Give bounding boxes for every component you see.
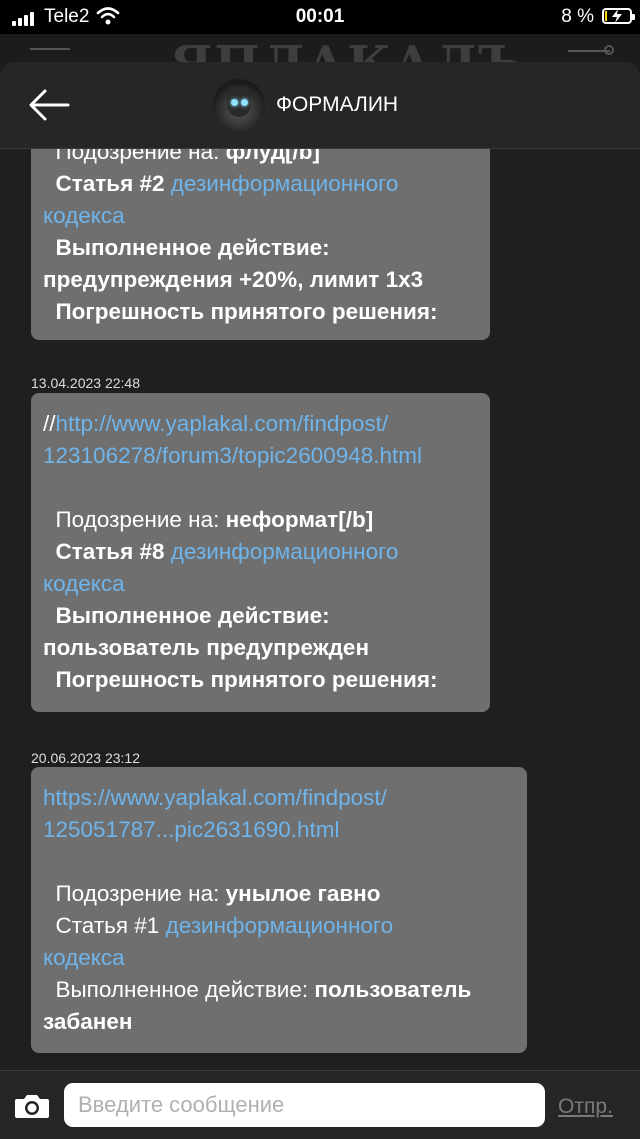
message-line: Подозрение на: неформат[/b] xyxy=(43,504,478,536)
message-line: кодекса xyxy=(43,942,515,974)
message-line: https://www.yaplakal.com/findpost/ xyxy=(43,782,515,814)
chat-sheet: ФОРМАЛИН Подозрение на: флуд[/b] Статья … xyxy=(0,62,640,1138)
message-timestamp: 13.04.2023 22:48 xyxy=(31,375,140,391)
message-bubble[interactable]: https://www.yaplakal.com/findpost/125051… xyxy=(31,767,527,1053)
message-text: Статья #1 xyxy=(43,913,166,938)
battery-charging-icon xyxy=(602,8,635,24)
message-line: Подозрение на: флуд[/b] xyxy=(43,148,478,168)
message-line: кодекса xyxy=(43,200,478,232)
message-link[interactable]: дезинформационного xyxy=(166,913,394,938)
message-link[interactable]: дезинформационного xyxy=(171,171,399,196)
message-line xyxy=(43,846,515,878)
message-text: Погрешность принятого решения: xyxy=(43,667,438,692)
message-line: Выполненное действие: xyxy=(43,232,478,264)
message-text: Статья #8 xyxy=(43,539,171,564)
camera-icon[interactable] xyxy=(14,1093,50,1119)
message-link[interactable]: кодекса xyxy=(43,203,125,228)
back-arrow-icon[interactable] xyxy=(28,88,70,122)
message-input[interactable] xyxy=(64,1083,545,1127)
message-line: Погрешность принятого решения: xyxy=(43,664,478,696)
message-text: // xyxy=(43,411,56,436)
message-timestamp: 20.06.2023 23:12 xyxy=(31,750,140,766)
message-text: Подозрение на: xyxy=(43,881,226,906)
message-text: Выполненное действие: xyxy=(43,235,330,260)
message-line: 125051787...pic2631690.html xyxy=(43,814,515,846)
message-line: Погрешность принятого решения: xyxy=(43,296,478,328)
message-link[interactable]: дезинформационного xyxy=(171,539,399,564)
message-link[interactable]: 125051787...pic2631690.html xyxy=(43,817,340,842)
message-text: Выполненное действие: xyxy=(43,603,330,628)
message-text: Выполненное действие: xyxy=(43,977,315,1002)
message-text: пользователь xyxy=(314,977,472,1002)
message-link[interactable]: кодекса xyxy=(43,571,125,596)
message-bubble[interactable]: Подозрение на: флуд[/b] Статья #2 дезинф… xyxy=(31,148,490,340)
message-text: предупреждения +20%, лимит 1x3 xyxy=(43,267,424,292)
send-button[interactable]: Отпр. xyxy=(558,1095,613,1119)
message-line: Выполненное действие: пользователь xyxy=(43,974,515,1006)
message-link[interactable]: 123106278/forum3/topic2600948.html xyxy=(43,443,422,468)
message-link[interactable]: https://www.yaplakal.com/findpost/ xyxy=(43,785,387,810)
message-line: 123106278/forum3/topic2600948.html xyxy=(43,440,478,472)
message-input-bar: Отпр. xyxy=(0,1070,640,1139)
key-icon xyxy=(568,45,614,55)
message-text: Погрешность принятого решения: xyxy=(43,299,438,324)
message-line: //http://www.yaplakal.com/findpost/ xyxy=(43,408,478,440)
message-link[interactable]: кодекса xyxy=(43,945,125,970)
message-link[interactable]: http://www.yaplakal.com/findpost/ xyxy=(56,411,389,436)
message-text: неформат[/b] xyxy=(225,507,374,532)
message-line xyxy=(43,472,478,504)
message-text: Подозрение на: xyxy=(43,148,226,164)
message-text: унылое гавно xyxy=(225,881,381,906)
status-bar: Tele2 00:01 8 % xyxy=(0,0,640,34)
clock: 00:01 xyxy=(295,6,345,27)
message-line: предупреждения +20%, лимит 1x3 xyxy=(43,264,478,296)
message-text: Подозрение на: xyxy=(43,507,226,532)
message-text: Статья #2 xyxy=(43,171,171,196)
message-list[interactable]: Подозрение на: флуд[/b] Статья #2 дезинф… xyxy=(0,148,640,1070)
message-text: флуд[/b] xyxy=(225,148,320,164)
chat-title: ФОРМАЛИН xyxy=(276,93,399,116)
message-bubble[interactable]: //http://www.yaplakal.com/findpost/12310… xyxy=(31,393,490,712)
menu-icon xyxy=(30,48,70,50)
message-line: Подозрение на: унылое гавно xyxy=(43,878,515,910)
message-line: Статья #1 дезинформационного xyxy=(43,910,515,942)
message-line: пользователь предупрежден xyxy=(43,632,478,664)
avatar[interactable] xyxy=(213,79,265,131)
message-line: кодекса xyxy=(43,568,478,600)
battery-percent: 8 % xyxy=(561,6,594,27)
message-text: пользователь предупрежден xyxy=(43,635,370,660)
message-text: забанен xyxy=(43,1009,133,1034)
message-text-field[interactable] xyxy=(64,1083,545,1127)
message-line: Выполненное действие: xyxy=(43,600,478,632)
message-line: забанен xyxy=(43,1006,515,1038)
message-line: Статья #2 дезинформационного xyxy=(43,168,478,200)
message-line: Статья #8 дезинформационного xyxy=(43,536,478,568)
chat-header: ФОРМАЛИН xyxy=(0,62,640,149)
